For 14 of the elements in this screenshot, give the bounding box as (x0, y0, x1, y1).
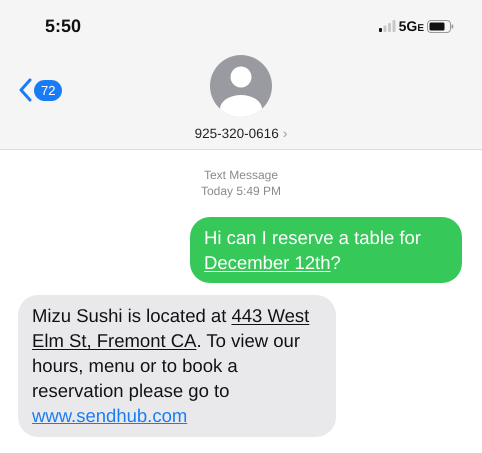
back-button[interactable]: 72 (18, 78, 62, 102)
status-time: 5:50 (45, 16, 82, 36)
network-label: 5GE (398, 18, 424, 34)
unread-badge: 72 (34, 80, 62, 100)
message-timestamp: Today 5:49 PM (200, 183, 282, 199)
avatar-icon[interactable] (210, 55, 272, 117)
battery-icon (427, 20, 454, 32)
contact-number[interactable]: 925-320-0616 › (194, 125, 288, 141)
back-chevron-icon (18, 78, 32, 102)
sent-message: Hi can I reserve a table for December 12th? (190, 217, 462, 283)
web-link[interactable]: www.sendhub.com (32, 405, 188, 426)
received-message: Mizu Sushi is located at 443 West Elm St, Fremont CA. To view our hours, menu or to book a reservation please go to www.sendhub.com (18, 295, 336, 437)
service-label: Text Message (204, 167, 278, 183)
signal-icon (378, 20, 396, 32)
